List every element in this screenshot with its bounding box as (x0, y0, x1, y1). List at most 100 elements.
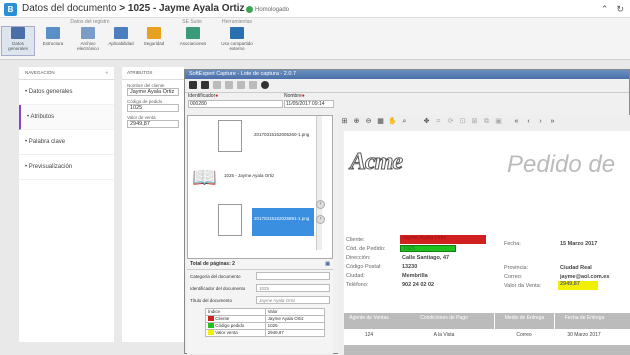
column-header: Condiciones de Pago (420, 315, 468, 321)
nav-item-label: Datos generales (28, 89, 73, 95)
info-label: Teléfono: (346, 282, 369, 288)
ribbon-group-title: Datos del registro (70, 19, 110, 25)
expand-icon[interactable]: ▣ (325, 261, 330, 267)
ribbon-group-title: Herramientas (221, 19, 252, 25)
move-down-icon[interactable]: › (316, 215, 325, 224)
color-swatch (208, 316, 214, 322)
fit-icon[interactable]: ⊞ (340, 117, 349, 126)
save-icon[interactable] (189, 81, 197, 89)
import-icon[interactable] (237, 81, 245, 89)
property-row: Categoría del documento (187, 270, 333, 282)
info-value: 15 Marzo 2017 (560, 241, 598, 247)
thumbnail-label: 20170315162025891-1.png (254, 216, 310, 221)
electronic-file-button[interactable]: Archivo electrónico (71, 27, 105, 51)
delete-icon[interactable] (213, 81, 221, 89)
list-item[interactable]: 20170315162025891-1.png (188, 202, 328, 240)
order-code-input[interactable]: 1025 (127, 104, 179, 112)
title-prefix: Datos del documento (22, 3, 117, 14)
rotate-icon[interactable]: ⟳ (446, 117, 455, 126)
settings-icon[interactable] (261, 81, 269, 89)
grid-icon[interactable]: ▦ (376, 117, 385, 126)
table-cell: A la Vista (433, 332, 455, 338)
first-page-icon[interactable]: « (512, 117, 521, 126)
doc-title-input[interactable]: Jayme Ayala Ortiz (256, 296, 330, 304)
scan-icon[interactable] (225, 81, 233, 89)
filter-icon[interactable]: ⧉ (482, 117, 491, 126)
attributes-title: ATRIBUTOS (122, 67, 184, 80)
security-button[interactable]: Seguridad (137, 27, 171, 46)
table-row[interactable]: Cliente Jayme Ayala Ortiz (205, 315, 326, 323)
deskew-icon[interactable]: ⊠ (470, 117, 479, 126)
page-thumbnail (218, 120, 242, 152)
title-separator: > (119, 3, 126, 14)
add-icon[interactable] (249, 81, 257, 89)
nav-item-attributes[interactable]: • Atributos (19, 105, 114, 130)
button-label: Aplicabilidad (108, 41, 134, 46)
button-label: Uso compartido externo (221, 41, 253, 51)
collapse-icon[interactable]: ⌃ (601, 4, 609, 15)
info-label: Código Postal: (346, 264, 382, 270)
document-heading: Pedido de (507, 151, 616, 178)
select-icon[interactable]: ⊡ (458, 117, 467, 126)
client-name-input[interactable]: Jayme Ayala Ortiz (127, 88, 179, 96)
save-view-icon[interactable]: ▣ (494, 117, 503, 126)
document-viewer: ⊞ ⊕ ⊖ ▦ ✋ ⌕ ✥ ⌗ ⟳ ⊡ ⊠ ⧉ ▣ « ‹ › » Acme P… (338, 115, 630, 355)
capture-window-title: SoftExpert Capture - Lote de captura - 2… (185, 70, 629, 79)
external-share-button[interactable]: Uso compartido externo (215, 27, 259, 51)
search-icon[interactable]: ⌕ (400, 117, 409, 126)
structure-button[interactable]: Estructura (36, 27, 70, 46)
list-item[interactable]: 📖 1025 - Jayme Ayala Ortiz (188, 161, 328, 199)
nav-item-general[interactable]: • Datos generales (19, 80, 114, 105)
pan-icon[interactable]: ✋ (388, 117, 397, 126)
side-controls: › › (316, 200, 328, 230)
category-input[interactable] (256, 272, 330, 280)
index-value: 2949,87 (264, 329, 326, 337)
button-label: Datos generales (8, 41, 28, 51)
list-item[interactable]: 20170315162005260-1.png (188, 118, 328, 156)
last-page-icon[interactable]: » (548, 117, 557, 126)
info-value: Calle Santiago, 47 (402, 255, 450, 261)
attributes-panel: ATRIBUTOS Nombre del cliente Jayme Ayala … (122, 67, 184, 342)
table-row: 124 A la Vista Correo 30 Marzo 2017 (344, 330, 630, 340)
ribbon-group-title: SE Suite (182, 19, 202, 25)
nav-item-preview[interactable]: • Previsualización (19, 155, 114, 180)
associations-button[interactable]: Asociaciones (176, 27, 210, 46)
save-as-icon[interactable] (201, 81, 209, 89)
zoom-in-icon[interactable]: ⊕ (352, 117, 361, 126)
move-up-icon[interactable]: › (316, 200, 325, 209)
capture-window: SoftExpert Capture - Lote de captura - 2… (184, 69, 630, 355)
zoom-out-icon[interactable]: ⊖ (364, 117, 373, 126)
thumbnail-label: 20170315162005260-1.png (254, 132, 310, 137)
status-label: Homologado (255, 6, 290, 13)
order-value-highlight: 1025 (400, 245, 456, 252)
sale-value-highlight: 2949,87 (558, 281, 598, 290)
structure-icon (46, 27, 60, 39)
nav-item-keywords[interactable]: • Palabra clave (19, 130, 114, 155)
title-bar: B Datos del documento > 1025 - Jayme Aya… (0, 0, 630, 18)
identifier-input[interactable]: 000280 (188, 100, 283, 108)
doc-id-input[interactable]: 1025 (256, 284, 330, 292)
next-page-icon[interactable]: › (536, 117, 545, 126)
index-table: Índice Valor Cliente Jayme Ayala Ortiz Cód… (205, 308, 326, 337)
name-label: Nombre● (284, 93, 305, 99)
client-value-highlight: Jayme Ayala Ortiz (400, 235, 486, 244)
table-row[interactable]: Valor venta 2949,87 (205, 329, 326, 337)
info-value: jayme@aol.com.es (560, 274, 610, 280)
name-label-text: Nombre (284, 93, 302, 99)
table-row[interactable]: Código pedido 1025 (205, 322, 326, 330)
name-input[interactable]: 11/05/2017 09:14 (284, 100, 334, 108)
info-label: Cód. de Pedido: (346, 246, 386, 252)
attribute-field: Nombre del cliente Jayme Ayala Ortiz (122, 83, 184, 96)
column-header: Fecha de Entrega (554, 313, 614, 329)
applicability-button[interactable]: Aplicabilidad (104, 27, 138, 46)
collapse-nav-icon[interactable]: « (105, 70, 108, 76)
sale-value-input[interactable]: 2949,87 (127, 120, 179, 128)
capture-toolbar (185, 79, 629, 93)
crop-icon[interactable]: ⌗ (434, 117, 443, 126)
move-icon[interactable]: ✥ (422, 117, 431, 126)
general-data-button[interactable]: Datos generales (1, 26, 35, 56)
share-icon (230, 27, 244, 39)
prev-page-icon[interactable]: ‹ (524, 117, 533, 126)
refresh-icon[interactable]: ↻ (616, 4, 624, 15)
index-name: Código pedido (215, 323, 245, 328)
